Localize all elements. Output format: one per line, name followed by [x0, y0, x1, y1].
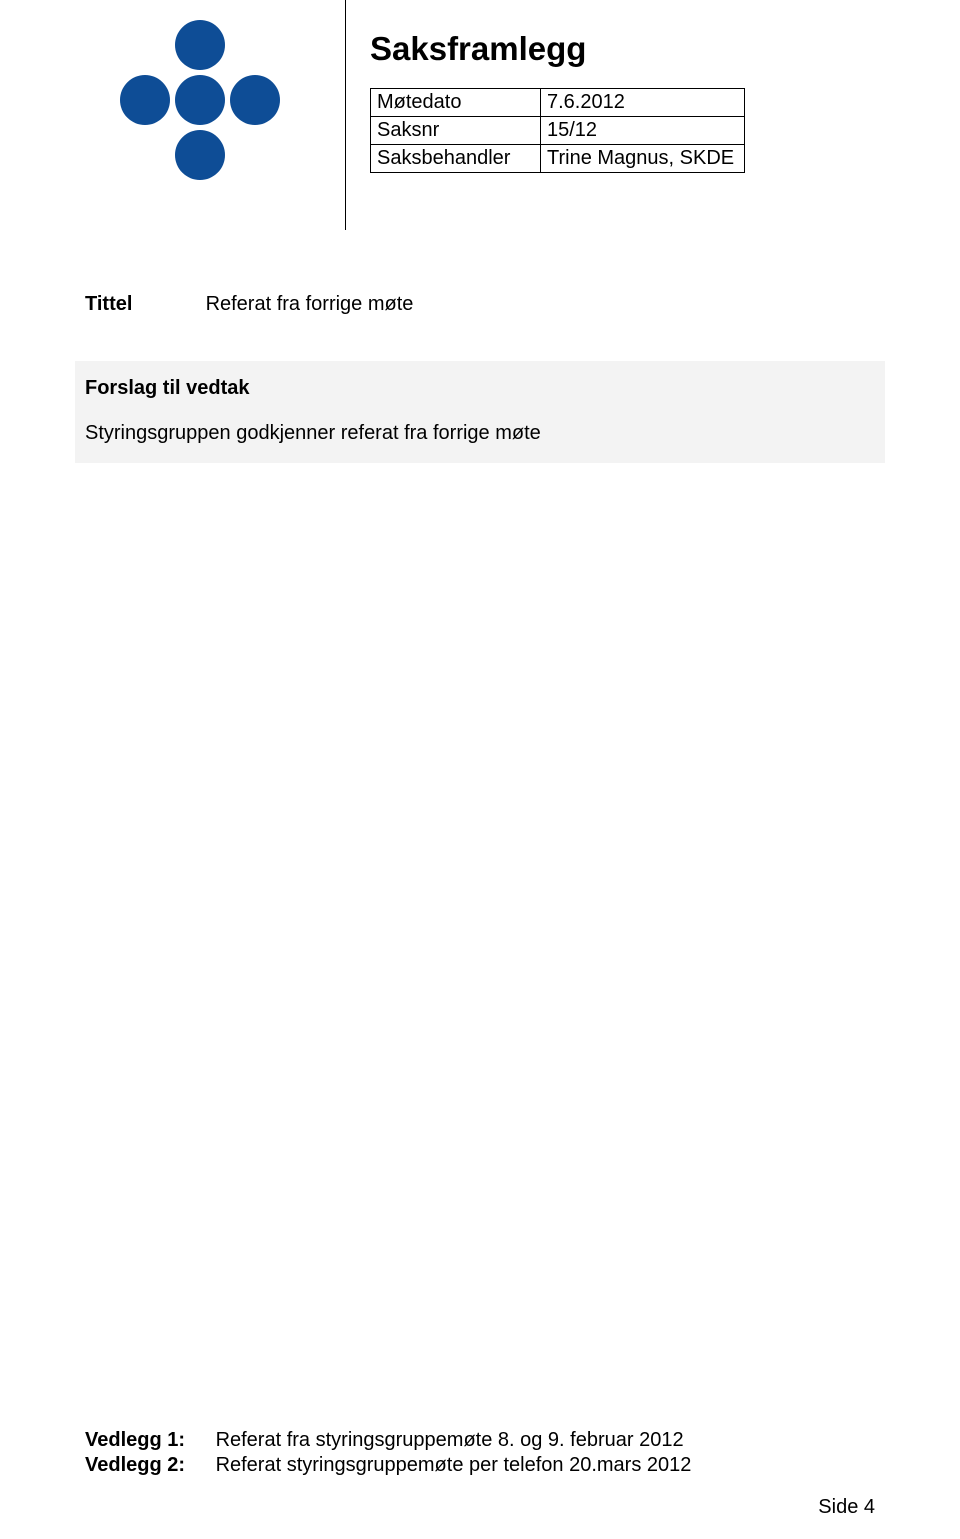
meta-row: Saksnr 15/12 [371, 117, 745, 145]
page-number: Side 4 [818, 1496, 875, 1519]
document-header: Saksframlegg Møtedato 7.6.2012 Saksnr 15… [0, 0, 960, 203]
meta-value: Trine Magnus, SKDE [541, 145, 745, 173]
vedlegg-text: Referat styringsgruppemøte per telefon 2… [216, 1454, 692, 1476]
vedlegg-label: Vedlegg 1: [85, 1429, 210, 1452]
vedlegg-section: Vedlegg 1: Referat fra styringsgruppemøt… [85, 1429, 875, 1479]
meta-label: Møtedato [371, 89, 541, 117]
meta-table: Møtedato 7.6.2012 Saksnr 15/12 Saksbehan… [370, 88, 745, 173]
vedlegg-row: Vedlegg 1: Referat fra styringsgruppemøt… [85, 1429, 875, 1452]
meta-value: 7.6.2012 [541, 89, 745, 117]
content-section: Tittel Referat fra forrige møte Forslag … [0, 203, 960, 463]
vedlegg-label: Vedlegg 2: [85, 1454, 210, 1477]
title-label: Tittel [85, 293, 200, 316]
meta-label: Saksnr [371, 117, 541, 145]
title-row: Tittel Referat fra forrige møte [85, 293, 875, 316]
forslag-body: Styringsgruppen godkjenner referat fra f… [85, 422, 875, 445]
meta-row: Møtedato 7.6.2012 [371, 89, 745, 117]
meta-label: Saksbehandler [371, 145, 541, 173]
forslag-block: Forslag til vedtak Styringsgruppen godkj… [75, 361, 885, 463]
document-title: Saksframlegg [370, 30, 960, 68]
vedlegg-text: Referat fra styringsgruppemøte 8. og 9. … [216, 1429, 684, 1451]
forslag-heading: Forslag til vedtak [85, 377, 875, 400]
meta-value: 15/12 [541, 117, 745, 145]
meta-row: Saksbehandler Trine Magnus, SKDE [371, 145, 745, 173]
title-value: Referat fra forrige møte [206, 293, 414, 315]
vedlegg-row: Vedlegg 2: Referat styringsgruppemøte pe… [85, 1454, 875, 1477]
